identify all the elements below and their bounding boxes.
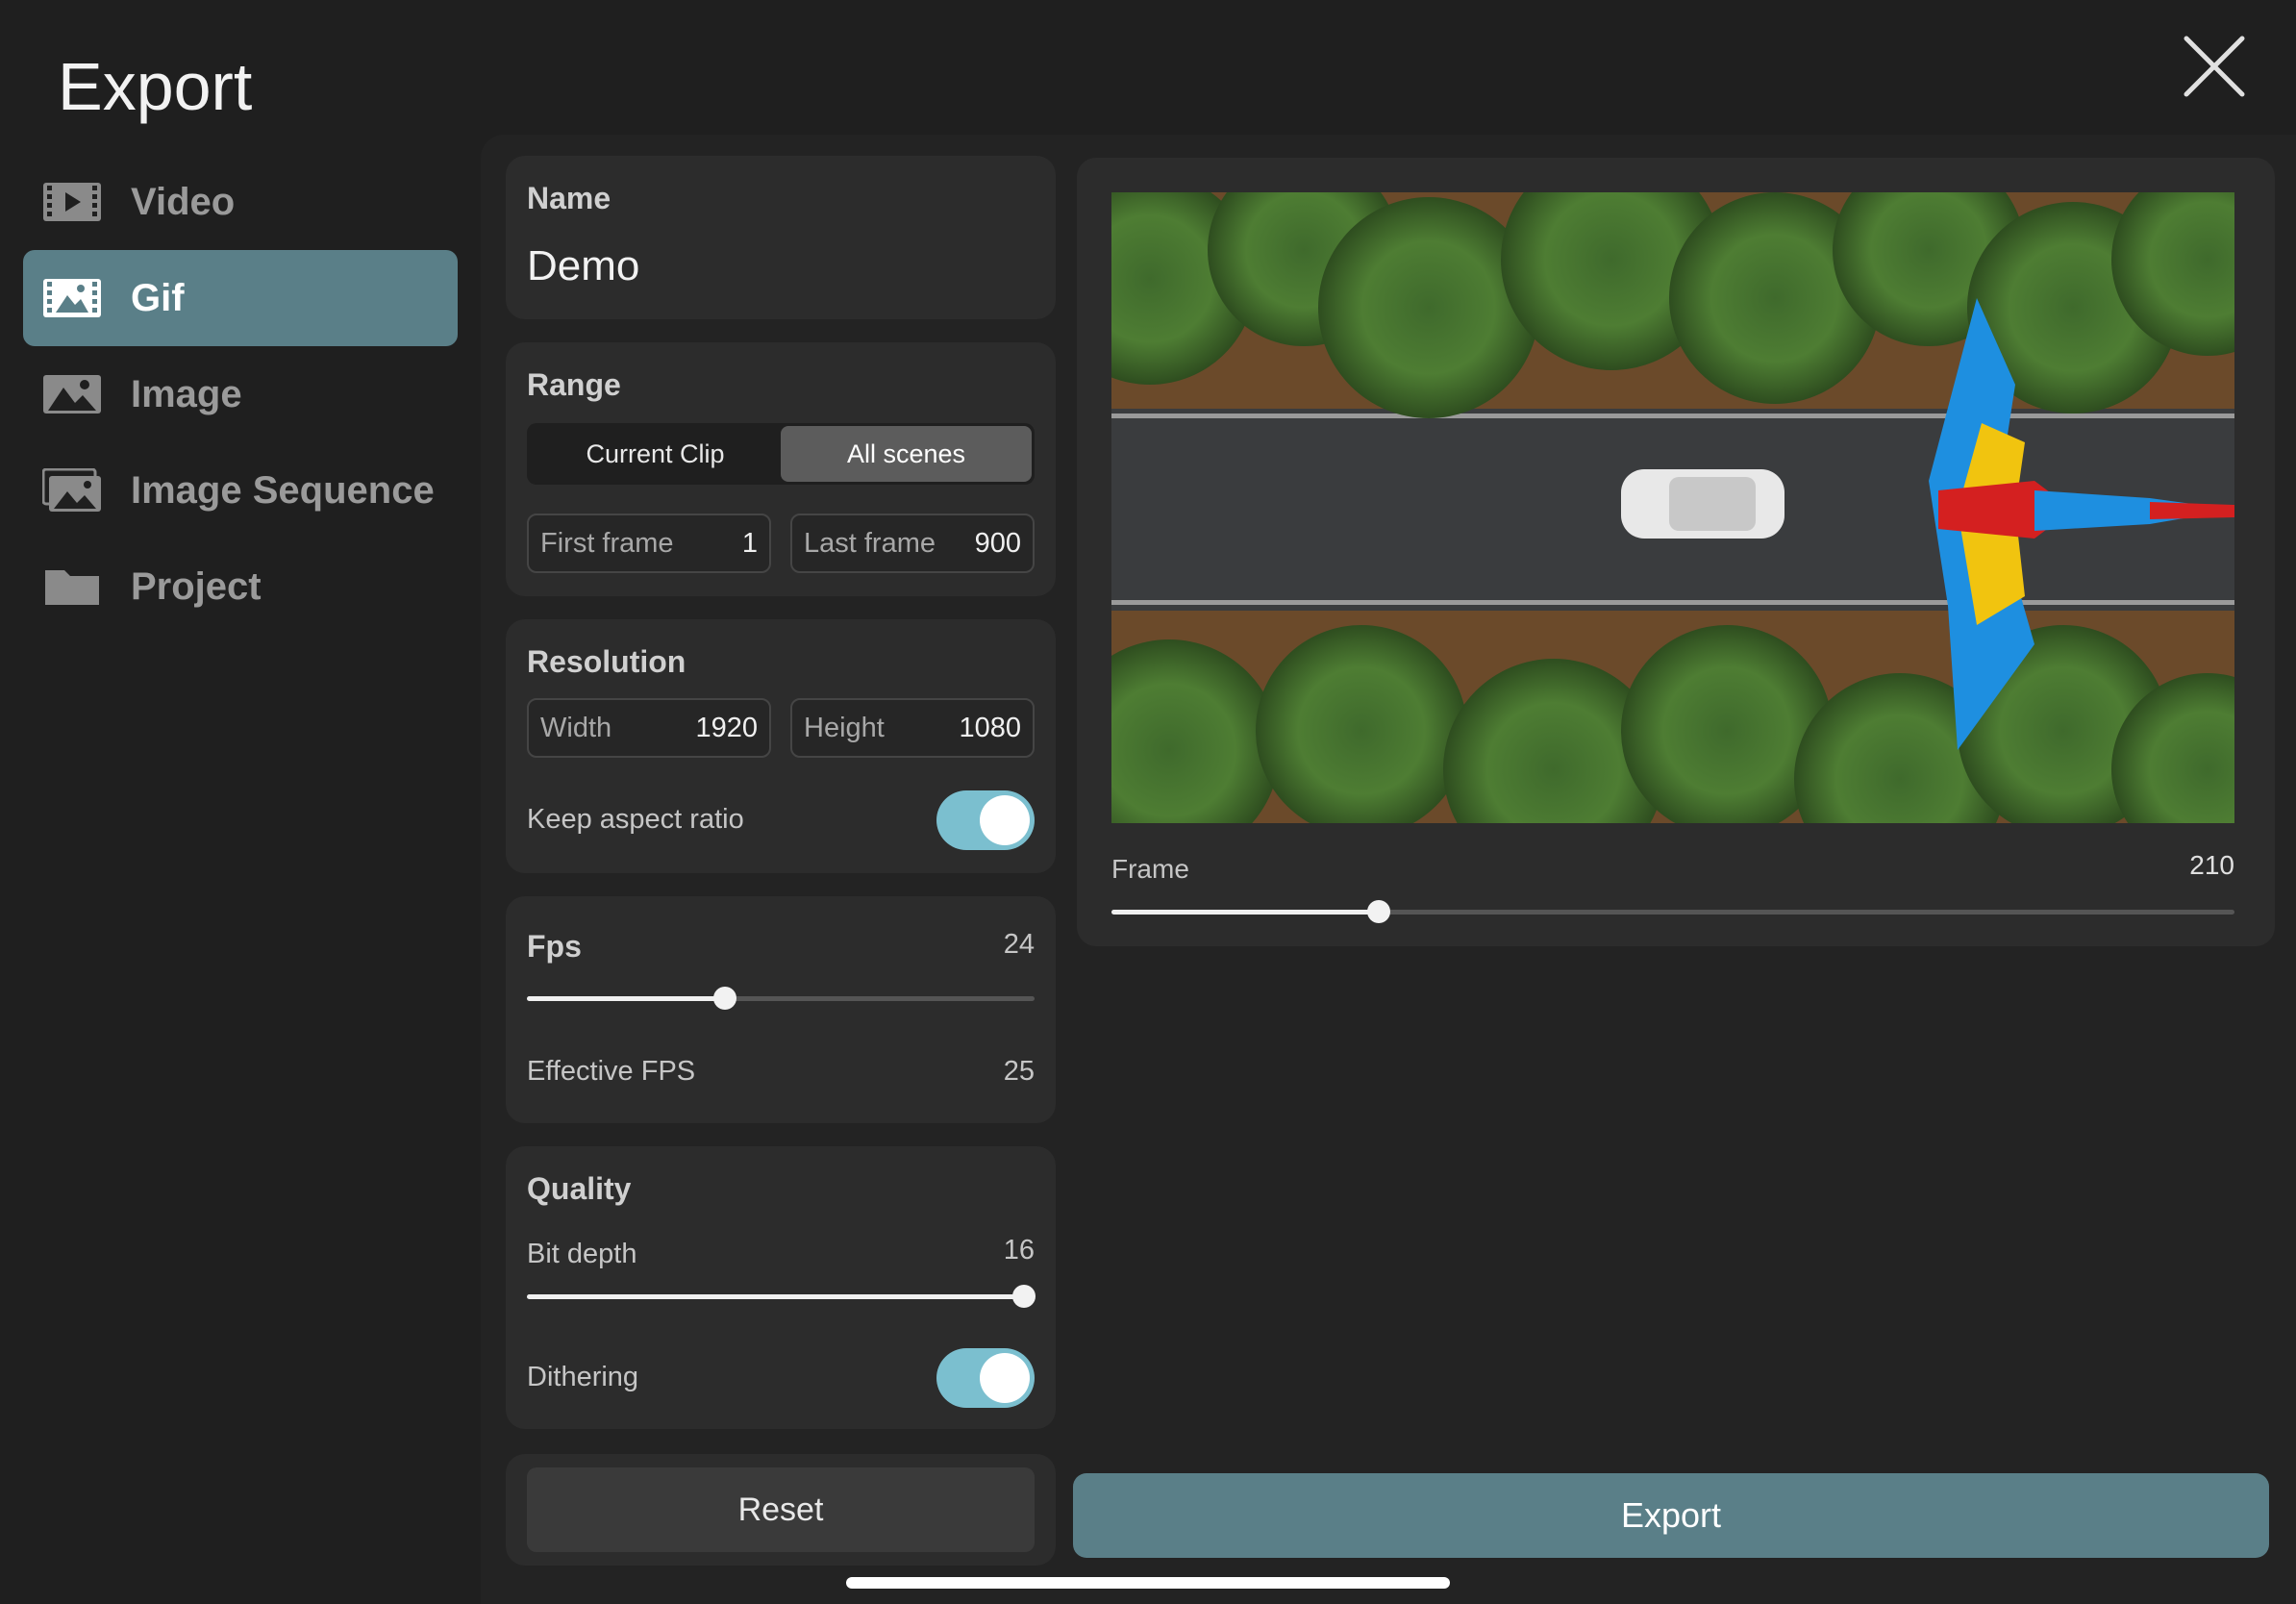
dithering-toggle[interactable] — [936, 1348, 1035, 1408]
sidebar-item-label: Project — [131, 564, 262, 608]
keep-aspect-ratio-label: Keep aspect ratio — [527, 804, 744, 835]
image-stack-icon — [42, 468, 102, 513]
sidebar-item-label: Gif — [131, 276, 185, 319]
fps-value: 24 — [1003, 929, 1035, 960]
name-title: Name — [527, 181, 611, 215]
sidebar-item-label: Image Sequence — [131, 468, 435, 512]
toggle-knob — [980, 1353, 1030, 1403]
sidebar-item-label: Image — [131, 372, 242, 415]
width-field[interactable]: Width 1920 — [527, 698, 771, 758]
frame-value: 210 — [2189, 850, 2234, 880]
slider-fill — [527, 996, 725, 1001]
sidebar-item-gif[interactable]: Gif — [23, 250, 458, 346]
height-value: 1080 — [959, 712, 1021, 743]
quality-title: Quality — [527, 1171, 632, 1206]
export-screen: Export Video Gif Image Image Sequence Pr… — [0, 0, 2296, 1604]
last-frame-field[interactable]: Last frame 900 — [790, 514, 1035, 573]
range-card: Range Current Clip All scenes First fram… — [506, 342, 1056, 596]
image-icon — [42, 372, 102, 416]
first-frame-label: First frame — [540, 527, 674, 559]
slider-thumb[interactable] — [1012, 1285, 1036, 1308]
preview-card: Frame 210 — [1077, 158, 2275, 946]
resolution-title: Resolution — [527, 644, 686, 679]
height-label: Height — [804, 712, 885, 743]
fps-title: Fps — [527, 929, 582, 964]
segment-current-clip[interactable]: Current Clip — [530, 426, 781, 482]
export-button[interactable]: Export — [1073, 1473, 2269, 1558]
gif-image-icon — [42, 276, 102, 320]
page-title: Export — [58, 49, 253, 124]
name-input[interactable]: Demo — [527, 242, 639, 290]
height-field[interactable]: Height 1080 — [790, 698, 1035, 758]
dithering-label: Dithering — [527, 1362, 639, 1392]
reset-card: Reset — [506, 1454, 1056, 1566]
slider-fill — [527, 1294, 1025, 1299]
first-frame-value: 1 — [741, 527, 758, 559]
last-frame-value: 900 — [974, 527, 1021, 559]
range-segmented-control: Current Clip All scenes — [527, 423, 1035, 485]
slider-thumb[interactable] — [1366, 900, 1390, 923]
preview-image — [1111, 192, 2234, 823]
sidebar-item-image[interactable]: Image — [23, 346, 458, 442]
slider-fill — [1111, 910, 1379, 915]
close-icon — [2184, 36, 2245, 97]
range-title: Range — [527, 367, 621, 402]
quality-card: Quality Bit depth 16 Dithering — [506, 1146, 1056, 1429]
first-frame-field[interactable]: First frame 1 — [527, 514, 771, 573]
film-icon — [42, 180, 102, 224]
segment-all-scenes[interactable]: All scenes — [781, 426, 1032, 482]
keep-aspect-ratio-toggle[interactable] — [936, 790, 1035, 850]
sidebar-item-project[interactable]: Project — [23, 539, 458, 635]
bit-depth-value: 16 — [1003, 1235, 1035, 1266]
fps-slider[interactable] — [527, 987, 1035, 1010]
close-button[interactable] — [2183, 35, 2246, 98]
width-label: Width — [540, 712, 612, 743]
width-value: 1920 — [695, 712, 758, 743]
frame-slider[interactable] — [1111, 900, 2234, 923]
home-indicator — [846, 1577, 1450, 1589]
export-type-sidebar: Video Gif Image Image Sequence Project — [23, 154, 458, 635]
effective-fps-value: 25 — [1003, 1056, 1035, 1087]
resolution-card: Resolution Width 1920 Height 1080 Keep a… — [506, 619, 1056, 873]
name-card: Name Demo — [506, 156, 1056, 319]
folder-icon — [42, 564, 102, 609]
reset-button[interactable]: Reset — [527, 1467, 1035, 1552]
bit-depth-slider[interactable] — [527, 1285, 1036, 1308]
toggle-knob — [980, 795, 1030, 845]
sidebar-item-image-sequence[interactable]: Image Sequence — [23, 442, 458, 539]
bit-depth-label: Bit depth — [527, 1239, 637, 1269]
frame-label: Frame — [1111, 854, 1189, 884]
effective-fps-label: Effective FPS — [527, 1056, 696, 1087]
sidebar-item-video[interactable]: Video — [23, 154, 458, 250]
slider-thumb[interactable] — [712, 987, 736, 1010]
fps-card: Fps 24 Effective FPS 25 — [506, 896, 1056, 1123]
sidebar-item-label: Video — [131, 180, 236, 223]
last-frame-label: Last frame — [804, 527, 936, 559]
